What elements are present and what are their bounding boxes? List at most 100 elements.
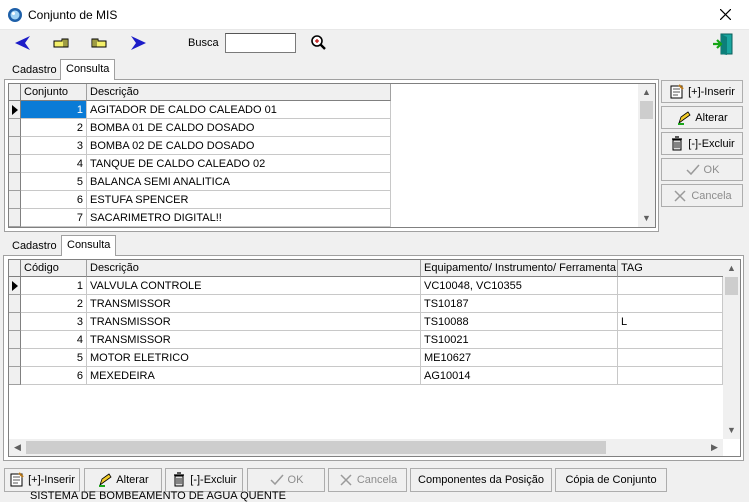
cell-descricao[interactable]: SACARIMETRO DIGITAL!!: [87, 209, 391, 227]
nav-last-button[interactable]: [127, 33, 149, 53]
cell-codigo[interactable]: 4: [21, 331, 87, 349]
search-button[interactable]: [308, 33, 330, 53]
tab-consulta-bottom[interactable]: Consulta: [61, 235, 117, 256]
row-indicator[interactable]: [9, 137, 21, 155]
col-header-conjunto[interactable]: Conjunto: [21, 84, 87, 101]
cell-conjunto[interactable]: 3: [21, 137, 87, 155]
top-grid-vscroll[interactable]: ▲ ▼: [638, 84, 655, 227]
col-header-descricao[interactable]: Descrição: [87, 84, 391, 101]
cell-descricao[interactable]: BALANCA SEMI ANALITICA: [87, 173, 391, 191]
ok-button-bottom[interactable]: OK: [247, 468, 325, 492]
excluir-button-bottom[interactable]: [-]-Excluir: [165, 468, 243, 492]
cell-descricao[interactable]: MOTOR ELETRICO: [87, 349, 421, 367]
busca-input[interactable]: [225, 33, 296, 53]
nav-prev-button[interactable]: [50, 33, 72, 53]
row-indicator[interactable]: [9, 313, 21, 331]
ok-button[interactable]: OK: [661, 158, 743, 181]
cell-descricao[interactable]: BOMBA 02 DE CALDO DOSADO: [87, 137, 391, 155]
cell-conjunto[interactable]: 7: [21, 209, 87, 227]
cell-tag[interactable]: L: [618, 313, 723, 331]
tab-cadastro-bottom[interactable]: Cadastro: [6, 236, 63, 256]
cell-conjunto[interactable]: 4: [21, 155, 87, 173]
scroll-down-icon[interactable]: ▼: [723, 422, 740, 439]
tab-consulta-top[interactable]: Consulta: [60, 59, 116, 80]
scroll-right-icon[interactable]: ▶: [706, 439, 723, 456]
cell-codigo[interactable]: 6: [21, 367, 87, 385]
cell-equipamento[interactable]: TS10187: [421, 295, 618, 313]
bottom-grid-hscroll[interactable]: ◀ ▶: [9, 439, 723, 456]
scroll-up-icon[interactable]: ▲: [638, 84, 655, 101]
cell-descricao[interactable]: TRANSMISSOR: [87, 331, 421, 349]
cancela-button-bottom[interactable]: Cancela: [328, 468, 407, 492]
cell-descricao[interactable]: ESTUFA SPENCER: [87, 191, 391, 209]
bottom-grid-hscroll-thumb[interactable]: [26, 441, 606, 454]
inserir-button-bottom[interactable]: [+]-Inserir: [4, 468, 80, 492]
componentes-posicao-button[interactable]: Componentes da Posição: [410, 468, 552, 492]
row-indicator[interactable]: [9, 155, 21, 173]
check-icon: [270, 474, 284, 486]
cell-tag[interactable]: [618, 331, 723, 349]
cell-descricao[interactable]: AGITADOR DE CALDO CALEADO 01: [87, 101, 391, 119]
cell-equipamento[interactable]: TS10088: [421, 313, 618, 331]
row-indicator[interactable]: [9, 331, 21, 349]
cell-conjunto[interactable]: 2: [21, 119, 87, 137]
row-indicator[interactable]: [9, 367, 21, 385]
cell-descricao[interactable]: MEXEDEIRA: [87, 367, 421, 385]
scroll-down-icon[interactable]: ▼: [638, 210, 655, 227]
scroll-up-icon[interactable]: ▲: [723, 260, 740, 277]
row-indicator[interactable]: [9, 295, 21, 313]
col-header-equipamento[interactable]: Equipamento/ Instrumento/ Ferramenta: [421, 260, 618, 277]
row-indicator[interactable]: [9, 191, 21, 209]
cell-tag[interactable]: [618, 295, 723, 313]
row-indicator[interactable]: [9, 277, 21, 295]
x-icon: [674, 189, 686, 202]
col-header-codigo[interactable]: Código: [21, 260, 87, 277]
cell-equipamento[interactable]: ME10627: [421, 349, 618, 367]
nav-first-button[interactable]: [12, 33, 34, 53]
bottom-grid-vscroll-thumb[interactable]: [725, 277, 738, 295]
cell-conjunto[interactable]: 1: [21, 101, 87, 119]
cell-descricao[interactable]: TRANSMISSOR: [87, 313, 421, 331]
col-header-tag[interactable]: TAG: [618, 260, 724, 277]
row-indicator[interactable]: [9, 209, 21, 227]
cell-descricao[interactable]: BOMBA 01 DE CALDO DOSADO: [87, 119, 391, 137]
cell-conjunto[interactable]: 6: [21, 191, 87, 209]
row-indicator[interactable]: [9, 101, 21, 119]
row-indicator[interactable]: [9, 119, 21, 137]
cell-equipamento[interactable]: TS10021: [421, 331, 618, 349]
nav-next-button[interactable]: [88, 33, 110, 53]
row-indicator[interactable]: [9, 173, 21, 191]
inserir-button[interactable]: [+]-Inserir: [661, 80, 743, 103]
cell-descricao[interactable]: TRANSMISSOR: [87, 295, 421, 313]
top-tab-strip: Cadastro Consulta: [6, 59, 206, 80]
excluir-button[interactable]: [-]-Excluir: [661, 132, 743, 155]
cell-codigo[interactable]: 5: [21, 349, 87, 367]
alterar-label: Alterar: [695, 111, 728, 124]
alterar-button[interactable]: Alterar: [661, 106, 743, 129]
cell-equipamento[interactable]: VC10048, VC10355: [421, 277, 618, 295]
notepad-add-icon: [10, 472, 24, 487]
cell-tag[interactable]: [618, 349, 723, 367]
cell-conjunto[interactable]: 5: [21, 173, 87, 191]
cell-codigo[interactable]: 3: [21, 313, 87, 331]
cancela-button[interactable]: Cancela: [661, 184, 743, 207]
cell-descricao[interactable]: VALVULA CONTROLE: [87, 277, 421, 295]
alterar-button-bottom[interactable]: Alterar: [84, 468, 162, 492]
bottom-grid-vscroll[interactable]: ▲ ▼: [723, 260, 740, 439]
cell-tag[interactable]: [618, 367, 723, 385]
exit-button[interactable]: [711, 33, 735, 55]
scroll-left-icon[interactable]: ◀: [9, 439, 26, 456]
cell-equipamento[interactable]: AG10014: [421, 367, 618, 385]
row-indicator[interactable]: [9, 349, 21, 367]
copia-conjunto-button[interactable]: Cópia de Conjunto: [555, 468, 667, 492]
cell-codigo[interactable]: 1: [21, 277, 87, 295]
tab-cadastro-top[interactable]: Cadastro: [6, 60, 63, 80]
cell-codigo[interactable]: 2: [21, 295, 87, 313]
cell-descricao[interactable]: TANQUE DE CALDO CALEADO 02: [87, 155, 391, 173]
close-button[interactable]: [703, 0, 749, 30]
col-header-descricao-bottom[interactable]: Descrição: [87, 260, 421, 277]
cell-tag[interactable]: [618, 277, 723, 295]
conjunto-grid[interactable]: Conjunto Descrição 1 AGITADOR DE CALDO CA…: [8, 83, 656, 228]
top-grid-vscroll-thumb[interactable]: [640, 101, 653, 119]
componentes-grid[interactable]: Código Descrição Equipamento/ Instrument…: [8, 259, 741, 457]
